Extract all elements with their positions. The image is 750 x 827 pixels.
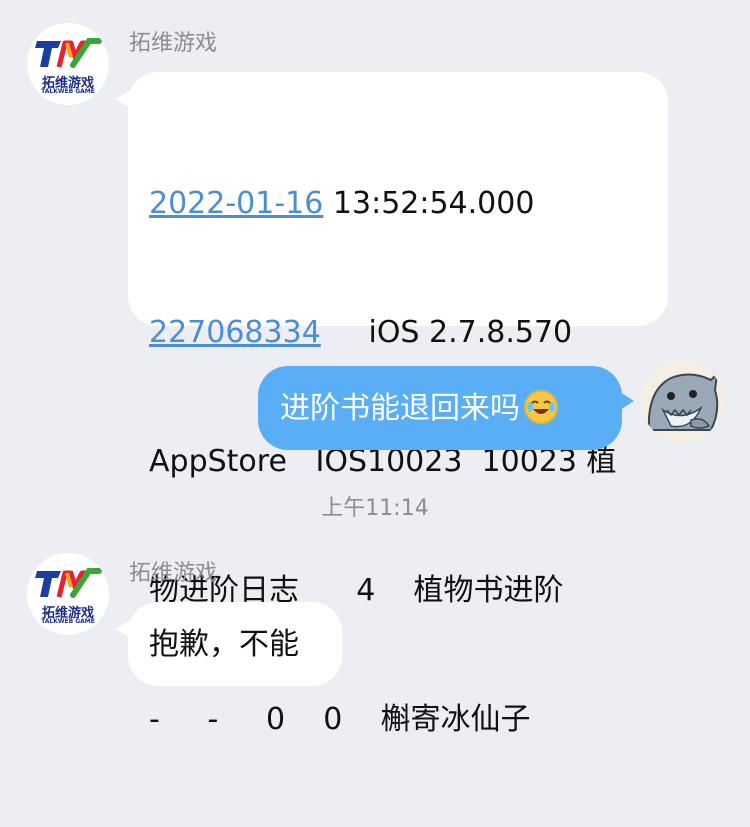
timestamp: 上午11:14 — [321, 496, 429, 521]
sender-name: 拓维游戏 — [129, 561, 218, 586]
crying-laughing-emoji-icon — [524, 390, 558, 424]
log-time: 13:52:54.000 — [332, 186, 535, 221]
avatar-brand-en: TALKWEB GAME — [41, 88, 95, 95]
date-link[interactable]: 2022-01-16 — [149, 186, 323, 221]
incoming-message-bubble[interactable]: 抱歉，不能 — [128, 602, 342, 686]
incoming-avatar[interactable]: 拓维游戏 TALKWEB GAME — [27, 23, 109, 105]
outgoing-message-text: 进阶书能退回来吗 — [280, 391, 520, 426]
log-line: - - 0 0 槲寄冰仙子 — [149, 702, 531, 737]
id-link[interactable]: 227068334 — [149, 315, 321, 350]
outgoing-message-bubble[interactable]: 进阶书能退回来吗 — [258, 366, 622, 450]
sender-name: 拓维游戏 — [129, 31, 218, 56]
platform-version: iOS 2.7.8.570 — [320, 315, 573, 350]
message-text: 2022-01-16 13:52:54.000 227068334 iOS 2.… — [149, 96, 668, 827]
user-avatar[interactable] — [641, 360, 723, 442]
incoming-avatar[interactable]: 拓维游戏 TALKWEB GAME — [27, 553, 109, 635]
incoming-message-text: 抱歉，不能 — [149, 627, 299, 662]
avatar-brand-en: TALKWEB GAME — [41, 618, 95, 625]
shark-avatar-icon — [641, 360, 723, 442]
bubble-tail — [620, 392, 634, 410]
incoming-message-bubble[interactable]: 2022-01-16 13:52:54.000 227068334 iOS 2.… — [128, 72, 668, 737]
